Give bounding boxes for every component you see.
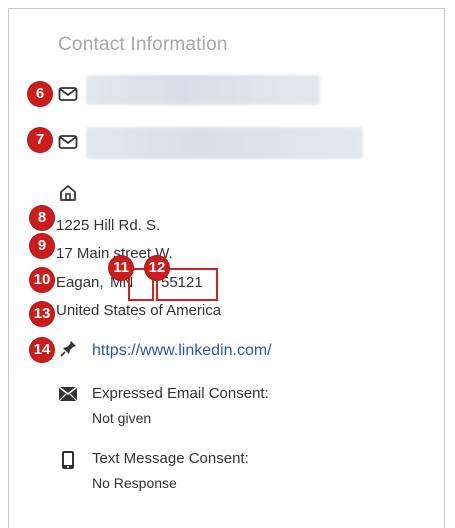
email-consent-label: Expressed Email Consent: — [92, 385, 269, 402]
annotation-badge-12: 12 — [145, 256, 169, 280]
home-icon — [58, 183, 78, 208]
annotation-badge-9: 9 — [30, 234, 54, 258]
text-consent-value: No Response — [92, 475, 177, 491]
email-address-redacted[interactable] — [86, 75, 320, 105]
address-country: United States of America — [56, 302, 222, 319]
email-consent-value: Not given — [92, 410, 152, 426]
annotation-badge-14: 14 — [30, 338, 54, 362]
panel-title: Contact Information — [58, 34, 228, 55]
mail-icon — [58, 86, 78, 107]
pin-icon — [60, 339, 78, 362]
annotation-badge-7: 7 — [28, 128, 52, 152]
mail-icon — [58, 134, 78, 155]
address-line-1: 1225 Hill Rd. S. — [56, 217, 161, 234]
mobile-phone-icon — [61, 450, 75, 475]
annotation-badge-10: 10 — [30, 268, 54, 292]
website-link[interactable]: https://www.linkedin.com/ — [92, 342, 272, 360]
address-city: Eagan, — [56, 274, 104, 291]
annotation-badge-6: 6 — [28, 82, 52, 106]
envelope-icon — [58, 386, 78, 407]
annotation-badge-13: 13 — [30, 302, 54, 326]
email-address-redacted-2[interactable] — [86, 127, 363, 159]
annotation-badge-11: 11 — [109, 256, 133, 280]
text-consent-label: Text Message Consent: — [92, 450, 249, 467]
annotation-badge-8: 8 — [30, 206, 54, 230]
